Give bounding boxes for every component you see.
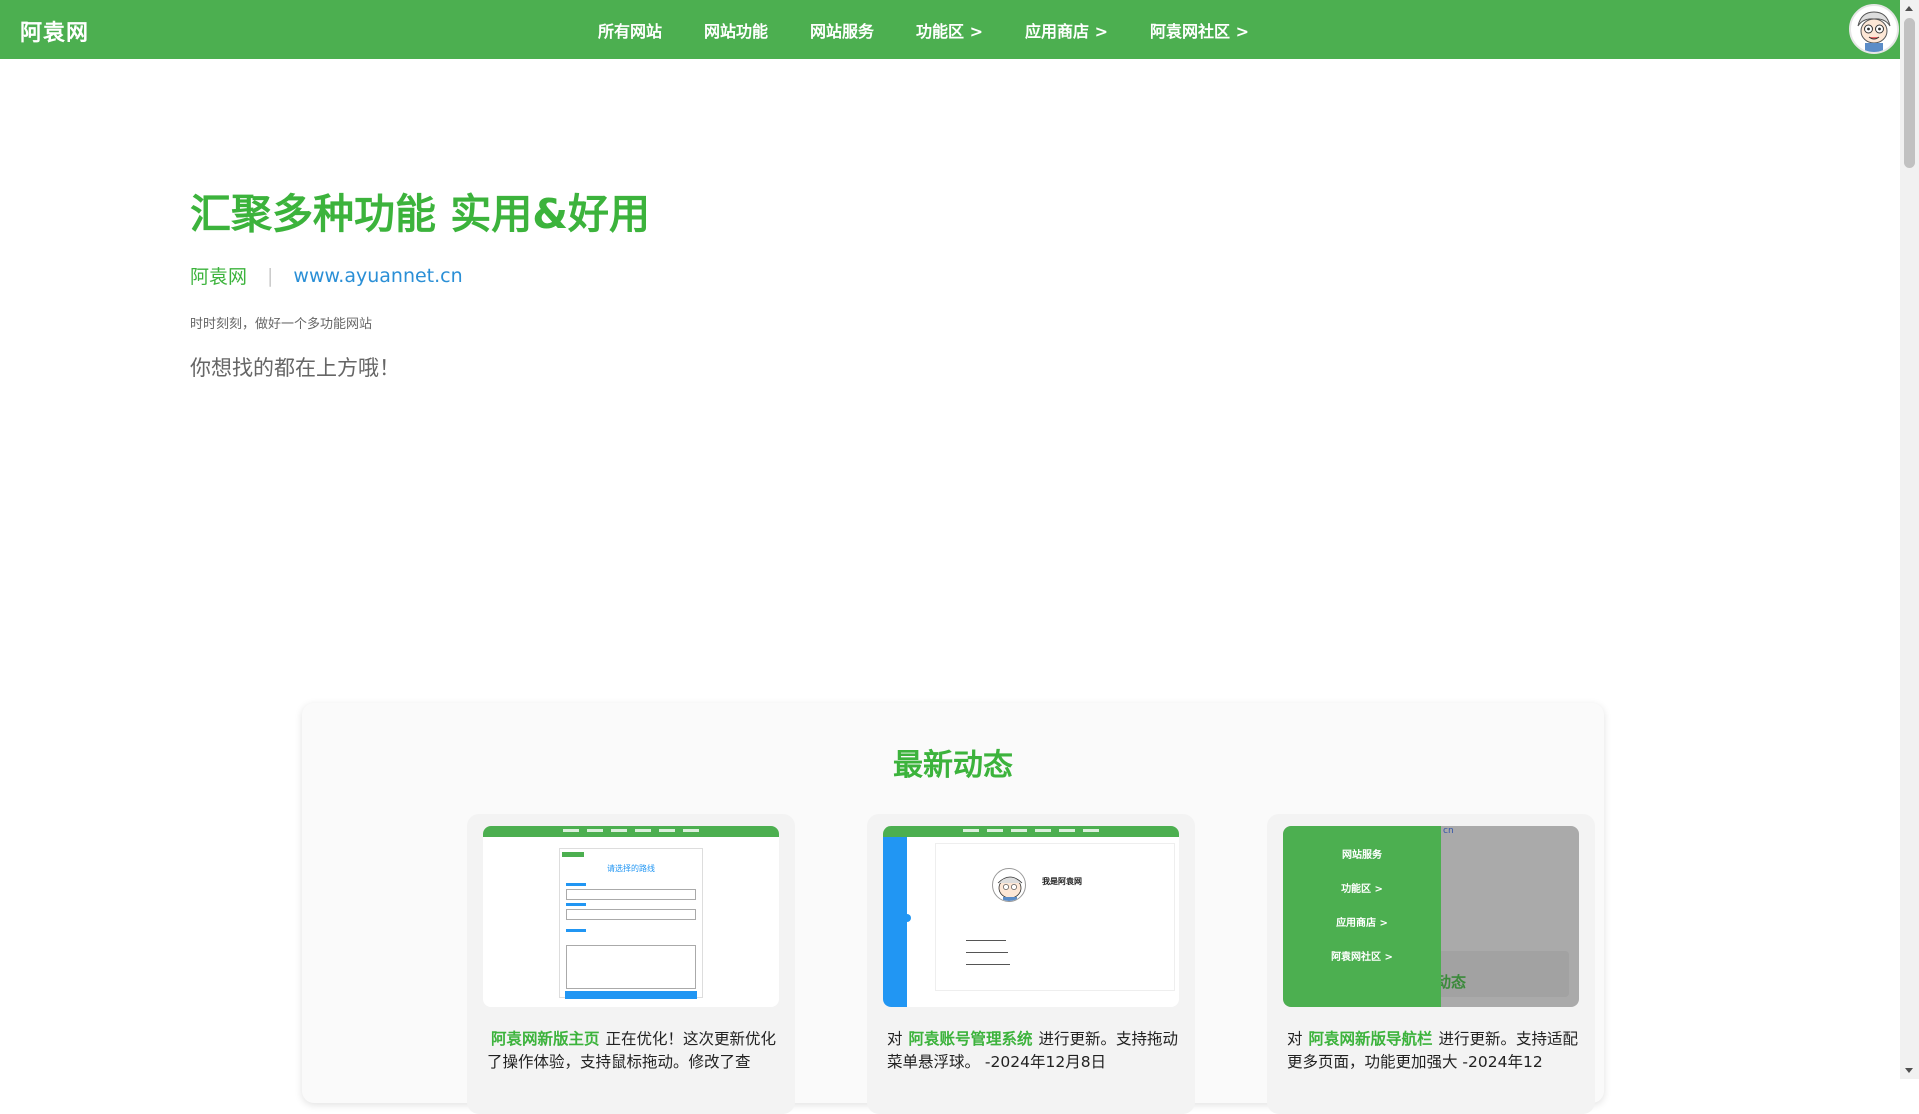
- news-card-thumbnail[interactable]: 我是阿袁网: [883, 826, 1179, 1007]
- main-nav: 所有网站 网站功能 网站服务 功能区 > 应用商店 > 阿袁网社区 >: [598, 0, 1291, 59]
- news-card-link[interactable]: 阿袁账号管理系统: [909, 1030, 1033, 1048]
- news-card[interactable]: cn 动态 网站服务 功能区 > 应用商店 > 阿袁网社区 > 对阿袁网新版导航…: [1267, 814, 1595, 1114]
- scroll-thumb[interactable]: [1904, 18, 1915, 168]
- site-logo[interactable]: 阿袁网: [20, 15, 89, 47]
- thumb-form-title: 请选择的路线: [607, 864, 655, 873]
- news-card-thumbnail[interactable]: cn 动态 网站服务 功能区 > 应用商店 > 阿袁网社区 >: [1283, 826, 1579, 1007]
- hero-section: 汇聚多种功能 实用&好用 阿袁网 | www.ayuannet.cn 时时刻刻，…: [190, 180, 650, 382]
- news-card[interactable]: 我是阿袁网 对阿袁账号管理系统 进行更新。支持拖动菜单悬浮球。 -2024年12月…: [867, 814, 1195, 1114]
- hero-site-name: 阿袁网: [190, 266, 248, 288]
- page-scrollbar[interactable]: [1900, 0, 1919, 1079]
- nav-all-sites[interactable]: 所有网站: [598, 18, 662, 42]
- scroll-down-icon[interactable]: [1905, 1068, 1913, 1073]
- top-nav-bar: 阿袁网 所有网站 网站功能 网站服务 功能区 > 应用商店 > 阿袁网社区 >: [0, 0, 1900, 59]
- thumb-sidebar: [883, 837, 907, 1007]
- news-card-thumbnail[interactable]: 请选择的路线: [483, 826, 779, 1007]
- thumb-green-menu: 网站服务 功能区 > 应用商店 > 阿袁网社区 >: [1283, 826, 1441, 1007]
- news-title: 最新动态: [893, 748, 1013, 783]
- news-card-description: 阿袁网新版主页 正在优化！这次更新优化了操作体验，支持鼠标拖动。修改了查: [487, 1030, 777, 1071]
- hero-title: 汇聚多种功能 实用&好用: [190, 190, 651, 238]
- nav-site-features[interactable]: 网站功能: [704, 18, 768, 42]
- hero-hint: 你想找的都在上方哦！: [190, 356, 400, 380]
- thumb-panel: 我是阿袁网: [935, 843, 1175, 991]
- thumb-nav-bar: [483, 826, 779, 837]
- nav-community[interactable]: 阿袁网社区 >: [1150, 18, 1249, 42]
- latest-news-section: 最新动态 请选择的路线 阿袁网新版主页 正在优化！这次更新优化了操作体验，支持鼠标…: [302, 703, 1604, 1114]
- thumb-form: 请选择的路线: [559, 848, 703, 998]
- hero-slogan: 时时刻刻，做好一个多功能网站: [190, 317, 373, 332]
- news-card-link[interactable]: 阿袁网新版主页: [491, 1030, 600, 1048]
- thumb-submit: [565, 991, 697, 999]
- thumb-nav-bar: [883, 826, 1179, 837]
- news-card[interactable]: 请选择的路线 阿袁网新版主页 正在优化！这次更新优化了操作体验，支持鼠标拖动。修改…: [467, 814, 795, 1114]
- hero-subtitle: 阿袁网 | www.ayuannet.cn: [190, 262, 650, 289]
- nav-app-store[interactable]: 应用商店 >: [1025, 18, 1108, 42]
- scroll-up-icon[interactable]: [1905, 6, 1913, 11]
- nav-function-area[interactable]: 功能区 >: [916, 18, 983, 42]
- news-card-description: 对阿袁网新版导航栏 进行更新。支持适配更多页面，功能更加强大 -2024年12: [1287, 1030, 1579, 1071]
- news-card-description: 对阿袁账号管理系统 进行更新。支持拖动菜单悬浮球。 -2024年12月8日: [887, 1030, 1179, 1071]
- hero-separator: |: [267, 264, 274, 287]
- hero-site-url[interactable]: www.ayuannet.cn: [293, 265, 462, 287]
- thumb-avatar-icon: [992, 868, 1026, 902]
- avatar-icon[interactable]: [1849, 4, 1899, 54]
- news-card-link[interactable]: 阿袁网新版导航栏: [1309, 1030, 1433, 1048]
- nav-site-services[interactable]: 网站服务: [810, 18, 874, 42]
